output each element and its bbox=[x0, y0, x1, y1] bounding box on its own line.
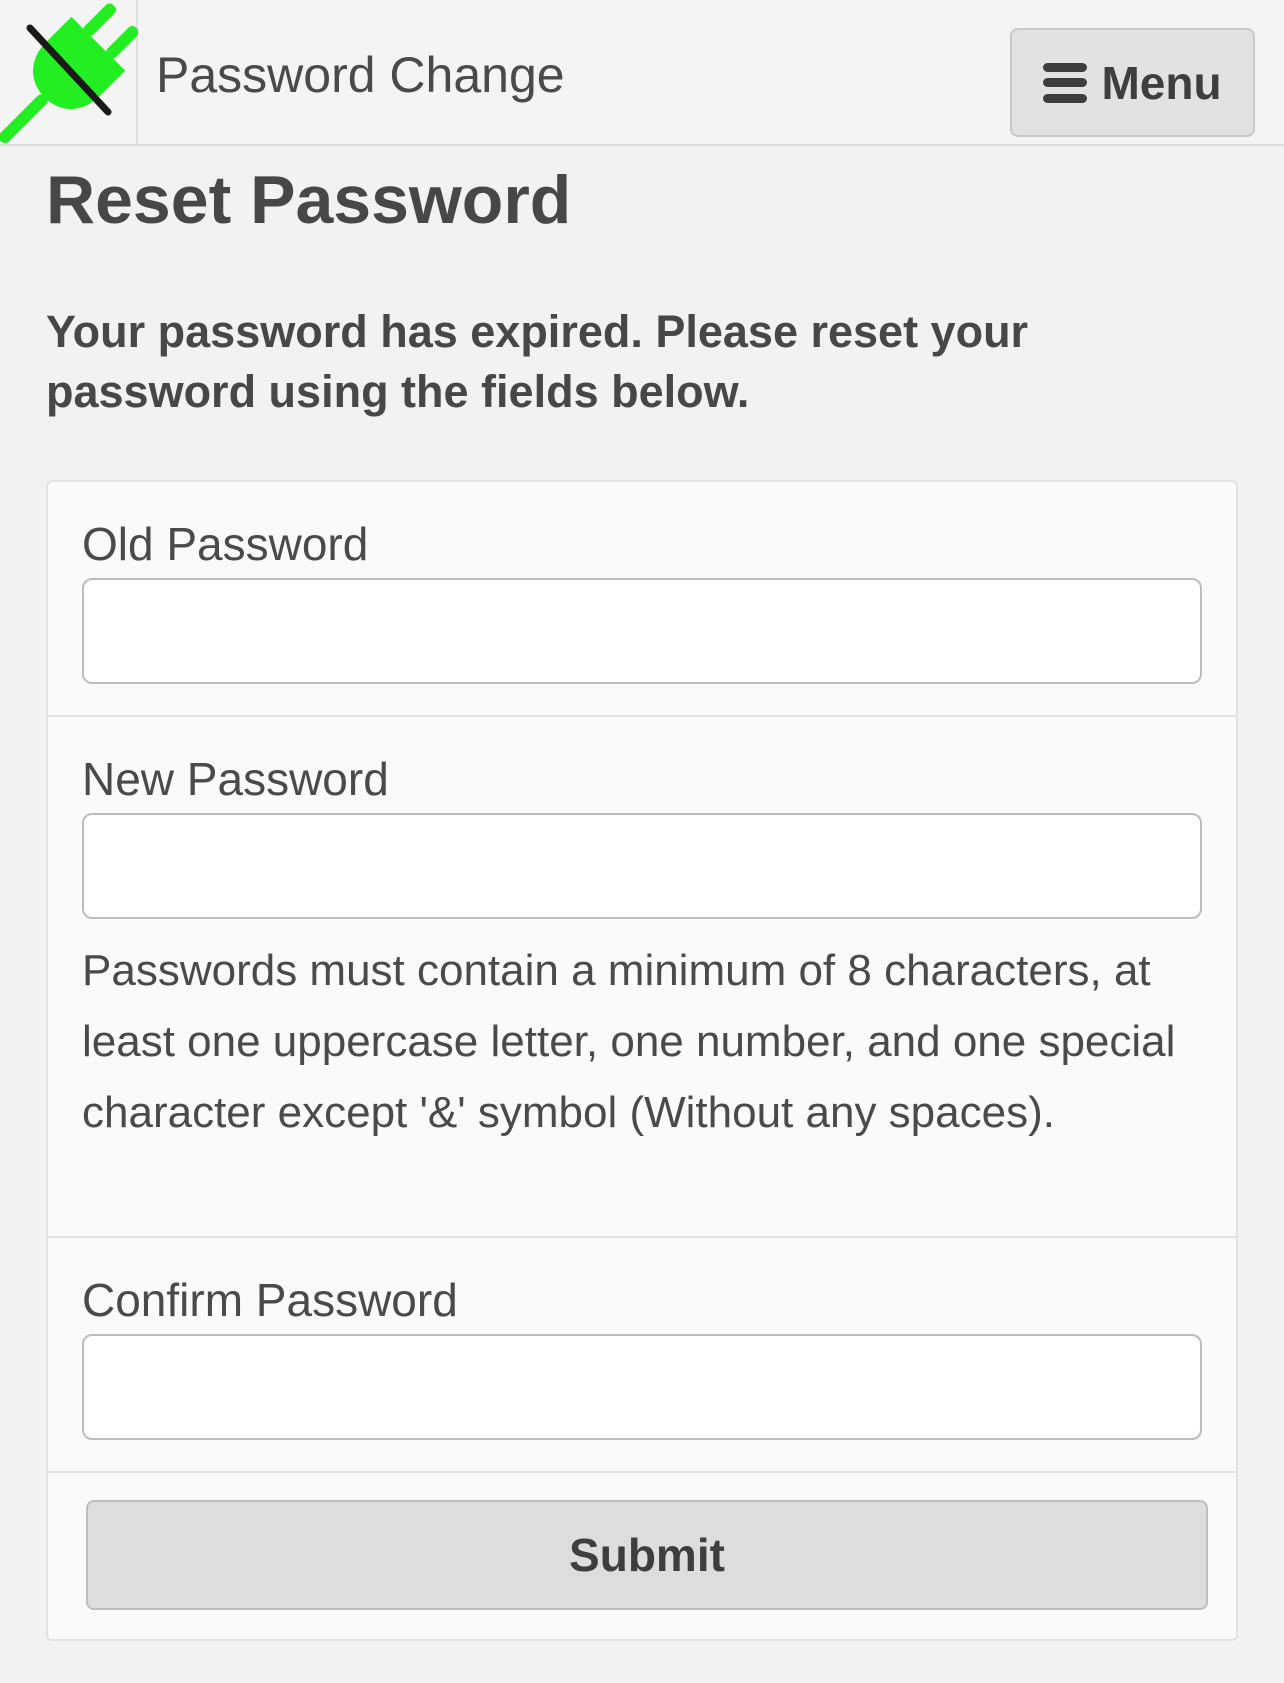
old-password-input[interactable] bbox=[82, 578, 1202, 684]
app-logo[interactable] bbox=[0, 0, 138, 146]
new-password-section: New Password Passwords must contain a mi… bbox=[48, 717, 1236, 1238]
new-password-input[interactable] bbox=[82, 813, 1202, 919]
expired-notice: Your password has expired. Please reset … bbox=[46, 306, 1029, 417]
menu-label: Menu bbox=[1101, 56, 1222, 109]
confirm-password-label: Confirm Password bbox=[82, 1274, 458, 1326]
reset-password-form: Old Password New Password Passwords must… bbox=[46, 480, 1238, 1641]
confirm-password-input[interactable] bbox=[82, 1334, 1202, 1440]
old-password-label: Old Password bbox=[82, 518, 369, 570]
menu-button[interactable]: Menu bbox=[1010, 28, 1255, 137]
submit-button[interactable]: Submit bbox=[86, 1500, 1208, 1610]
unplugged-plug-icon bbox=[0, 3, 138, 144]
hamburger-menu-icon bbox=[1043, 61, 1088, 105]
app-header: Password Change Menu bbox=[0, 0, 1284, 146]
old-password-section: Old Password bbox=[48, 482, 1236, 717]
page-title: Reset Password bbox=[46, 162, 572, 238]
app-title: Password Change bbox=[156, 47, 565, 103]
new-password-label: New Password bbox=[82, 753, 389, 805]
confirm-password-section: Confirm Password bbox=[48, 1238, 1236, 1473]
password-requirements-hint: Passwords must contain a minimum of 8 ch… bbox=[82, 946, 1176, 1137]
